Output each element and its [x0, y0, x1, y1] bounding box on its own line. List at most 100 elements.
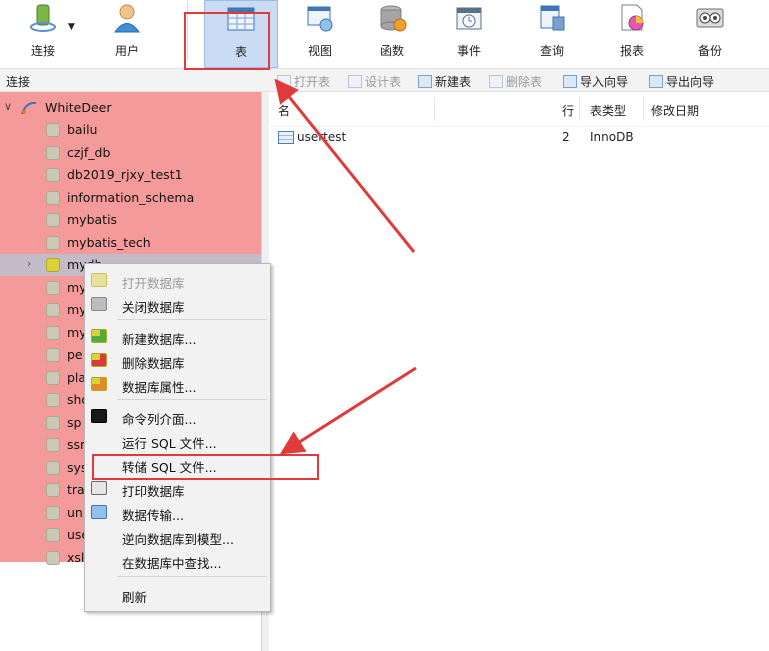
database-name: mybatis: [67, 212, 118, 227]
menu-item-label: 新建数据库...: [122, 332, 197, 347]
user-button[interactable]: 用户: [92, 0, 162, 68]
menu-item-database-properties[interactable]: 数据库属性...: [85, 372, 270, 396]
tree-database-item[interactable]: db2019_rjxy_test1: [0, 164, 261, 186]
event-icon: [456, 7, 482, 30]
database-name: db2019_rjxy_test1: [67, 167, 183, 182]
table-row[interactable]: usertest 2 InnoDB: [270, 128, 769, 148]
column-header-rows[interactable]: 行: [562, 102, 574, 119]
query-button-label: 查询: [539, 44, 564, 58]
menu-item-run-sql-file[interactable]: 运行 SQL 文件...: [85, 428, 270, 452]
database-name: bailu: [67, 122, 98, 137]
menu-item-label: 打开数据库: [122, 276, 185, 291]
export-wizard-label: 导出向导: [666, 74, 715, 89]
menu-item-new-database[interactable]: 新建数据库...: [85, 324, 270, 348]
column-header-type[interactable]: 表类型: [590, 102, 626, 119]
event-button[interactable]: 事件: [433, 0, 505, 68]
table-name: usertest: [297, 130, 347, 144]
database-icon: [46, 168, 60, 182]
event-button-label: 事件: [456, 44, 481, 58]
menu-item-delete-database[interactable]: 删除数据库: [85, 348, 270, 372]
database-open-icon: [91, 273, 107, 287]
backup-button[interactable]: 备份: [674, 0, 746, 68]
column-header-name[interactable]: 名: [278, 102, 290, 119]
database-icon: [46, 438, 60, 452]
table-list-pane: 名 行 表类型 修改日期 usertest 2 InnoDB: [270, 92, 769, 651]
tree-database-item[interactable]: mybatis: [0, 209, 261, 231]
connect-button[interactable]: ▼ 连接: [8, 0, 78, 68]
import-wizard-button[interactable]: 导入向导: [563, 72, 628, 90]
report-button-label: 报表: [619, 44, 644, 58]
database-icon: [46, 235, 60, 250]
function-button[interactable]: 函数: [356, 0, 428, 68]
menu-item-label: 数据传输...: [122, 508, 184, 523]
menu-item-data-transfer[interactable]: 数据传输...: [85, 500, 270, 524]
connection-name: WhiteDeer: [45, 100, 112, 115]
menu-item-refresh[interactable]: 刷新: [85, 582, 270, 606]
delete-table-icon: [489, 74, 503, 88]
table-row-count: 2: [562, 130, 570, 144]
backup-button-label: 备份: [697, 44, 722, 58]
new-table-label: 新建表: [435, 74, 472, 89]
menu-item-label: 运行 SQL 文件...: [122, 436, 217, 451]
database-properties-icon: [91, 377, 107, 391]
database-name: information_schema: [67, 189, 195, 205]
column-divider[interactable]: [643, 97, 644, 121]
view-button-label: 视图: [307, 44, 332, 58]
database-name: un: [67, 504, 83, 520]
tree-database-item[interactable]: czjf_db: [0, 142, 261, 164]
design-table-button[interactable]: 设计表: [348, 72, 401, 90]
tree-database-item[interactable]: information_schema: [0, 187, 261, 209]
main-toolbar: ▼ 连接 用户 表 视图 函数 事件 查询 报表 备份: [0, 0, 769, 68]
mysql-connection-icon: [21, 101, 37, 115]
menu-item-reverse-to-model[interactable]: 逆向数据库到模型...: [85, 524, 270, 548]
delete-table-label: 删除表: [506, 74, 543, 89]
open-table-icon: [277, 74, 291, 88]
database-name: czjf_db: [67, 144, 111, 160]
tree-database-item[interactable]: mybatis_tech: [0, 232, 261, 254]
report-button[interactable]: 报表: [596, 0, 668, 68]
database-icon: [46, 213, 60, 227]
database-icon: [46, 348, 60, 362]
query-button[interactable]: 查询: [516, 0, 588, 68]
console-icon: [91, 409, 107, 423]
column-header-modified[interactable]: 修改日期: [651, 102, 699, 119]
menu-item-close-database[interactable]: 关闭数据库: [85, 292, 270, 316]
menu-item-command-line[interactable]: 命令列介面...: [85, 404, 270, 428]
column-divider[interactable]: [579, 97, 580, 121]
connection-icon: [30, 4, 56, 32]
database-delete-icon: [91, 353, 107, 367]
user-button-label: 用户: [114, 44, 139, 58]
function-icon: [380, 5, 407, 32]
menu-item-find-in-database[interactable]: 在数据库中查找...: [85, 548, 270, 572]
database-icon: [46, 483, 60, 497]
collapse-chevron-icon[interactable]: ∨: [4, 100, 12, 113]
database-name: xsl: [67, 549, 85, 565]
view-icon: [307, 6, 333, 32]
column-divider[interactable]: [434, 97, 435, 121]
view-button[interactable]: 视图: [284, 0, 356, 68]
object-toolbar: 连接 打开表 设计表 新建表 删除表 导入向导 导出向导: [0, 68, 769, 92]
menu-item-label: 关闭数据库: [122, 300, 185, 315]
database-icon: [46, 325, 60, 340]
menu-item-label: 删除数据库: [122, 356, 185, 371]
export-wizard-button[interactable]: 导出向导: [649, 72, 714, 90]
database-close-icon: [91, 297, 107, 311]
menu-item-open-database[interactable]: 打开数据库: [85, 268, 270, 292]
dropdown-arrow-icon[interactable]: ▼: [68, 22, 75, 32]
annotation-box-table-button: [184, 12, 270, 70]
menu-item-label: 打印数据库: [122, 484, 185, 499]
open-table-button[interactable]: 打开表: [277, 72, 330, 90]
menu-item-label: 在数据库中查找...: [122, 556, 222, 571]
tree-connection-whitedeer[interactable]: ∨ WhiteDeer: [0, 97, 261, 119]
import-wizard-label: 导入向导: [580, 74, 629, 89]
print-icon: [91, 481, 107, 495]
open-table-label: 打开表: [294, 74, 331, 89]
new-table-button[interactable]: 新建表: [418, 72, 471, 90]
database-icon: [46, 370, 60, 385]
database-icon: [46, 393, 60, 407]
expand-chevron-icon[interactable]: ›: [27, 257, 31, 270]
delete-table-button[interactable]: 删除表: [489, 72, 542, 90]
database-icon: [46, 190, 60, 205]
tree-database-item[interactable]: bailu: [0, 119, 261, 141]
menu-separator: [117, 576, 267, 577]
